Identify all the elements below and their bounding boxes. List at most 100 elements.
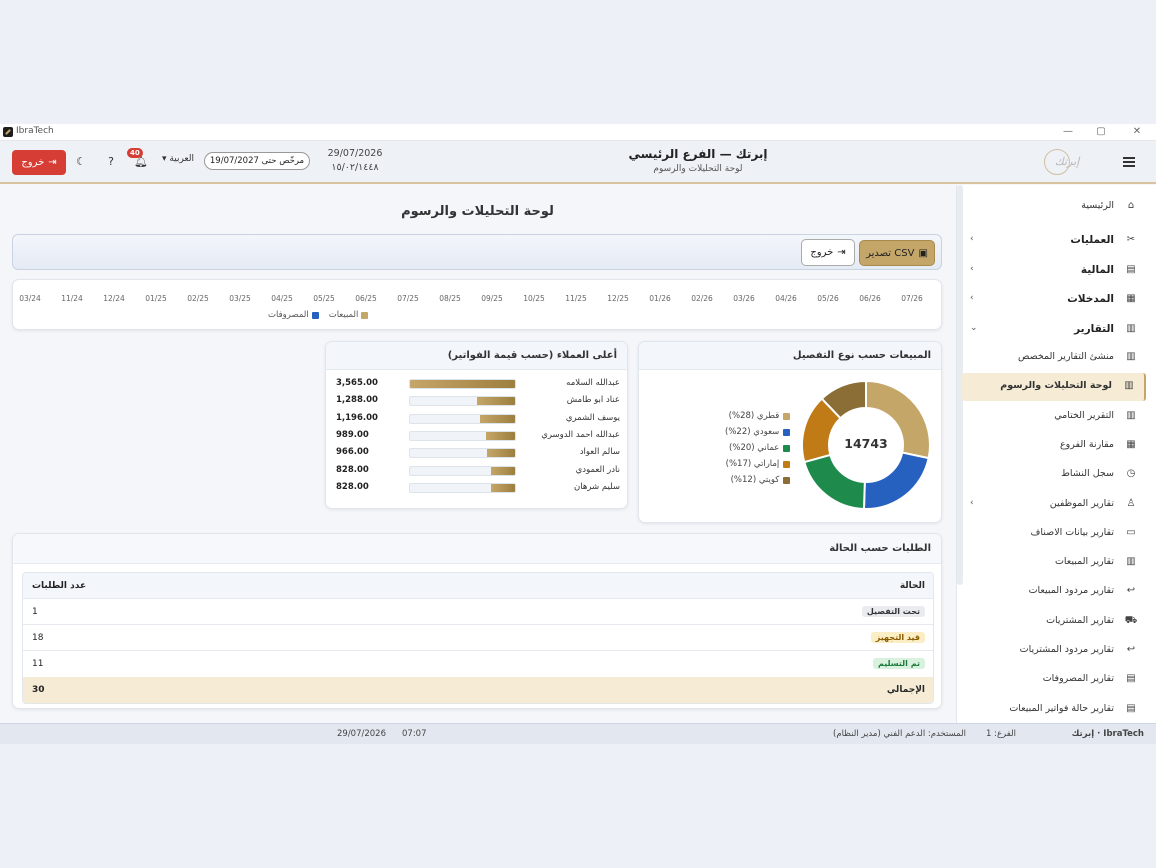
sidebar-item-label: التقارير — [1074, 322, 1114, 335]
customer-value: 989.00 — [336, 429, 369, 440]
sidebar-item-report[interactable]: ♙ تقارير الموظفين ‹ — [962, 491, 1146, 519]
legend-label: قطري (28%) — [728, 411, 780, 421]
sidebar-item-report[interactable]: ▭ تقارير بيانات الاصناف — [962, 520, 1146, 548]
export-csv-button[interactable]: تصدير CSV ▣ — [859, 240, 935, 266]
customer-bar-fill — [490, 466, 515, 475]
legend-swatch — [783, 444, 791, 452]
app-header: خروج ⇥ ☾ ? 🔔︎ 40 ▾ العربية مرخّص حتى 19/… — [0, 141, 1156, 184]
customer-bar — [409, 413, 516, 424]
sidebar-item-report[interactable]: ▦ مقارنة الفروع — [962, 432, 1146, 460]
sidebar-item-report[interactable]: ▤ تقارير المصروفات — [962, 666, 1146, 694]
legend-label: كويتي (12%) — [730, 475, 780, 485]
license-pill: مرخّص حتى 19/07/2027 — [204, 152, 310, 170]
axis-tick-label: 04/25 — [271, 294, 293, 303]
app-title: IbraTech — [16, 126, 54, 136]
donut-slice[interactable] — [803, 453, 866, 510]
timeline-axis: 03/24 11/24 12/24 01/25 02/25 03/25 04/25 05/25… — [13, 294, 941, 306]
axis-tick-label: 05/25 — [313, 294, 335, 303]
sidebar-item-report[interactable]: ▥ التقرير الختامي — [962, 403, 1146, 431]
close-window-button[interactable]: ✕ — [1130, 125, 1144, 139]
status-time: 07:07 — [402, 729, 427, 739]
donut-legend-item: سعودي (22%) — [725, 424, 791, 440]
cart-icon: ⛟ — [1124, 614, 1138, 626]
sidebar-item-label: العمليات — [1070, 234, 1114, 246]
sales-by-type-title: المبيعات حسب نوع التفصيل — [639, 342, 941, 370]
menu-icon[interactable] — [1123, 157, 1135, 167]
legend-label: عماني (20%) — [729, 443, 780, 453]
clock-icon: ◷ — [1126, 468, 1136, 480]
axis-tick-label: 11/24 — [61, 294, 83, 303]
axis-tick-label: 07/25 — [397, 294, 419, 303]
customer-value: 828.00 — [336, 481, 369, 492]
legend-swatch — [783, 460, 791, 468]
customer-row: 828.00 نادر العمودي — [326, 463, 627, 480]
maximize-button[interactable]: ▢ — [1094, 125, 1108, 139]
sidebar-item-label: تقارير المبيعات — [1054, 556, 1114, 568]
sidebar-item-home[interactable]: ⌂ الرئيسية — [962, 193, 1146, 221]
orders-by-status-card: الطلبات حسب الحالة عدد الطلبات الحالة 1 ت… — [12, 533, 942, 709]
exit-icon: ⇥ — [837, 247, 846, 258]
sidebar-group-item[interactable]: ▦ المدخلات ‹ — [962, 286, 1146, 314]
sidebar-item-report[interactable]: ▥ منشئ التقارير المخصص — [962, 344, 1146, 372]
axis-tick-label: 04/26 — [775, 294, 797, 303]
sidebar-group-item[interactable]: ▥ التقارير ⌄ — [962, 316, 1146, 344]
customer-name: عبدالله السلامه — [566, 378, 620, 388]
header-title: إبرتك — الفرع الرئيسي — [628, 147, 768, 161]
customer-bar — [409, 465, 516, 476]
chevron-down-icon: ▾ — [162, 154, 167, 164]
top-customers-title: أعلى العملاء (حسب قيمة الفواتير) — [326, 342, 627, 370]
help-icon[interactable]: ? — [103, 154, 119, 170]
customer-value: 3,565.00 — [336, 378, 378, 388]
total-label: الإجمالي — [886, 685, 925, 695]
legend-label: إماراتي (17%) — [725, 459, 780, 469]
orders-status-table: عدد الطلبات الحالة 1 تحت التفصيل 18 قيد الت… — [22, 572, 934, 704]
customer-value: 1,288.00 — [336, 395, 378, 406]
exit-label: خروج — [810, 247, 834, 258]
exit-button[interactable]: خروج ⇥ — [801, 239, 855, 266]
sidebar-item-label: تقارير الموظفين — [1049, 497, 1114, 509]
status-badge: قيد التجهيز — [870, 632, 925, 643]
order-count: 1 — [32, 607, 38, 617]
customer-bar — [409, 430, 516, 441]
sales-expenses-chart: 03/24 11/24 12/24 01/25 02/25 03/25 04/25 05/25… — [12, 279, 942, 330]
sidebar-item-report[interactable]: ↩ تقارير مردود المبيعات — [962, 578, 1146, 606]
app-icon — [3, 127, 13, 137]
minimize-button[interactable]: — — [1061, 125, 1075, 139]
sidebar-item-report[interactable]: ▤ تقارير حالة فواتير المبيعات — [962, 696, 1146, 723]
return-icon: ↩ — [1126, 644, 1136, 655]
axis-tick-label: 03/25 — [229, 294, 251, 303]
status-brand: إبرتك · IbraTech — [1071, 729, 1144, 739]
sidebar-group-item[interactable]: ✂ العمليات ‹ — [962, 227, 1146, 255]
sidebar-item-report[interactable]: ▥ لوحة التحليلات والرسوم — [962, 373, 1146, 402]
sidebar-group-item[interactable]: ▤ المالية ‹ — [962, 257, 1146, 285]
gregorian-date: 29/07/2026 — [327, 148, 383, 159]
axis-tick-label: 12/24 — [103, 294, 125, 303]
status-bar: إبرتك · IbraTech الفرع: 1 المستخدم: الدع… — [0, 723, 1156, 744]
sidebar-item-report[interactable]: ▥ تقارير المبيعات — [962, 549, 1146, 577]
sidebar-item-report[interactable]: ⛟ تقارير المشتريات — [962, 608, 1146, 636]
table-row: 11 تم التسليم — [23, 651, 933, 677]
sidebar-item-report[interactable]: ↩ تقارير مردود المشتريات — [962, 637, 1146, 665]
logout-label: خروج — [21, 157, 45, 168]
donut-slice[interactable] — [862, 451, 930, 510]
legend-swatch — [361, 311, 369, 319]
main-content: لوحة التحليلات والرسوم تصدير CSV ▣ خروج … — [0, 185, 955, 723]
logout-button[interactable]: خروج ⇥ — [12, 150, 66, 175]
chart-icon: ▥ — [1126, 556, 1136, 568]
status-cell: تحت التفصيل — [861, 606, 925, 617]
table-row: 1 تحت التفصيل — [23, 599, 933, 625]
status-cell: تم التسليم — [872, 658, 925, 669]
axis-tick-label: 02/25 — [187, 294, 209, 303]
sidebar-item-label: تقارير حالة فواتير المبيعات — [1009, 702, 1114, 714]
status-badge: تحت التفصيل — [861, 606, 925, 617]
timeline-legend: المصروفات المبيعات — [268, 310, 369, 320]
language-select[interactable]: ▾ العربية — [162, 154, 194, 164]
order-count: 18 — [32, 633, 44, 643]
dark-mode-icon[interactable]: ☾ — [73, 154, 89, 170]
customer-value: 828.00 — [336, 464, 369, 475]
sidebar-item-report[interactable]: ◷ سجل النشاط — [962, 461, 1146, 489]
orders-by-status-title: الطلبات حسب الحالة — [13, 534, 941, 564]
customer-name: عبدالله احمد الدوسري — [541, 429, 620, 440]
table-body: 1 تحت التفصيل 18 قيد التجهيز 11 تم التسليم — [23, 599, 933, 677]
table-header-row: عدد الطلبات الحالة — [23, 573, 933, 599]
